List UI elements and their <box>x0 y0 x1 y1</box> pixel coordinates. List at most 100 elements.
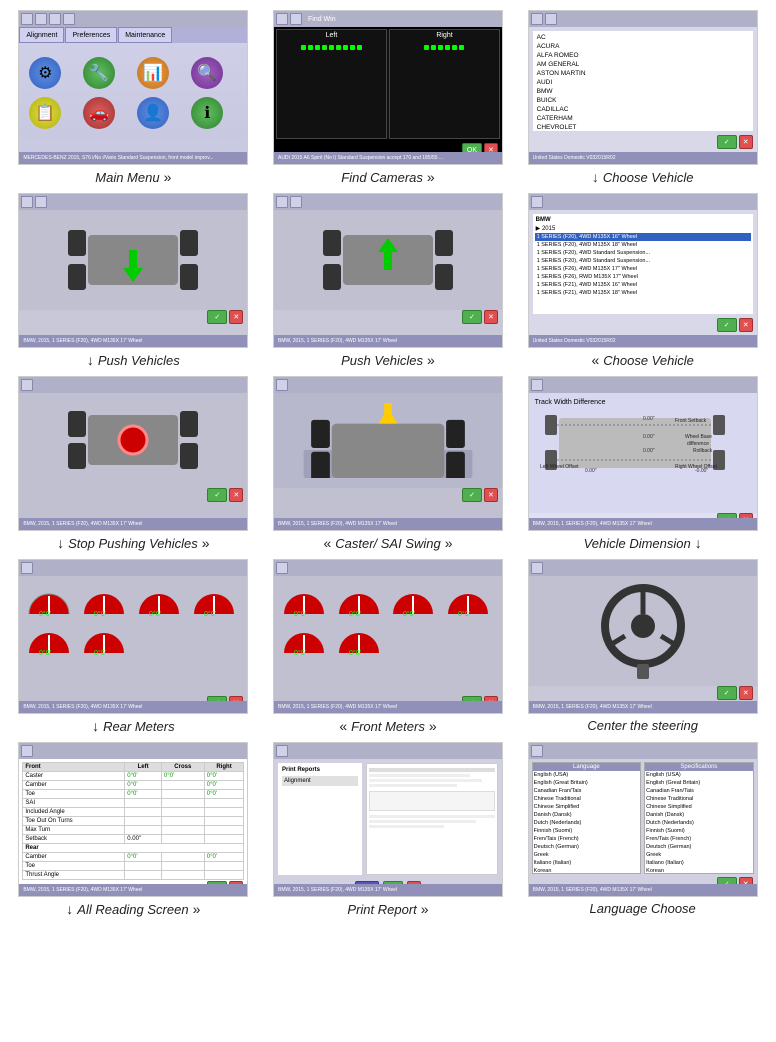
cv-tb-2[interactable] <box>545 13 557 25</box>
fc-tb-1[interactable] <box>276 13 288 25</box>
lang-item[interactable]: Deutsch (German) <box>533 843 641 851</box>
bmw-item[interactable]: 1 SERIES (F20), 4WD M135X 18" Wheel <box>535 241 751 249</box>
lang-item[interactable]: Danish (Dansk) <box>533 811 641 819</box>
tab-maintenance[interactable]: Maintenance <box>118 27 172 43</box>
tb-icon-1[interactable] <box>21 13 33 25</box>
sp-cancel-btn[interactable]: ✕ <box>229 488 243 502</box>
alt-lang-item[interactable]: Korean <box>645 867 753 874</box>
vd-tb-1[interactable] <box>531 379 543 391</box>
make-item[interactable]: CATERHAM <box>535 114 751 123</box>
make-item[interactable]: AC <box>535 33 751 42</box>
alt-lang-item[interactable]: Deutsch (German) <box>645 843 753 851</box>
menu-icon-6[interactable]: 🚗 <box>83 97 115 129</box>
menu-icon-5[interactable]: 📋 <box>29 97 61 129</box>
alignment-option[interactable]: Alignment <box>282 776 358 786</box>
menu-icon-4[interactable]: 🔍 <box>191 57 223 89</box>
fm-tb-1[interactable] <box>276 562 288 574</box>
tb-icon-3[interactable] <box>49 13 61 25</box>
steering-wheel-svg <box>593 581 693 681</box>
alt-lang-item[interactable]: Canadian Fran/Tais <box>645 787 753 795</box>
lang-item[interactable]: Greek <box>533 851 641 859</box>
cts-tb-1[interactable] <box>531 562 543 574</box>
vehicle-list[interactable]: AC ACURA ALFA ROMEO AM GENERAL ASTON MAR… <box>533 31 753 131</box>
alt-lang-item[interactable]: Finnish (Suomi) <box>645 827 753 835</box>
lc-tb-1[interactable] <box>531 745 543 757</box>
menu-icon-1[interactable]: ⚙ <box>29 57 61 89</box>
fgauge-5: 0°0' <box>280 621 328 657</box>
pv1-cancel-btn[interactable]: ✕ <box>229 310 243 324</box>
pv2-tb-2[interactable] <box>290 196 302 208</box>
cv2-cancel-btn[interactable]: ✕ <box>739 318 753 332</box>
make-item[interactable]: CHEVROLET <box>535 123 751 131</box>
alt-lang-item[interactable]: Fren/Tais (French) <box>645 835 753 843</box>
cts-cancel-btn[interactable]: ✕ <box>739 686 753 700</box>
alt-lang-item[interactable]: Greek <box>645 851 753 859</box>
cv2-ok-btn[interactable]: ✓ <box>717 318 737 332</box>
pv2-ok-btn[interactable]: ✓ <box>462 310 482 324</box>
make-item[interactable]: AUDI <box>535 78 751 87</box>
bmw-item[interactable]: 1 SERIES (F20), 4WD Standard Suspension.… <box>535 257 751 265</box>
tb-icon-4[interactable] <box>63 13 75 25</box>
bmw-item[interactable]: 1 SERIES (F26), RWD M135X 17" Wheel <box>535 273 751 281</box>
pr-tb-1[interactable] <box>276 745 288 757</box>
bmw-item-sel[interactable]: 1 SERIES (F20), 4WD M135X 16" Wheel <box>535 233 751 241</box>
cv-tb-1[interactable] <box>531 13 543 25</box>
make-item[interactable]: ASTON MARTIN <box>535 69 751 78</box>
screenshot-main-menu: Alignment Preferences Maintenance ⚙ 🔧 📊 … <box>18 10 248 165</box>
lang-item[interactable]: Chinese Traditional <box>533 795 641 803</box>
lang-item[interactable]: Dutch (Nederlands) <box>533 819 641 827</box>
menu-icon-2[interactable]: 🔧 <box>83 57 115 89</box>
lang-item[interactable]: Finnish (Suomi) <box>533 827 641 835</box>
menu-icon-7[interactable]: 👤 <box>137 97 169 129</box>
pv2-cancel-btn[interactable]: ✕ <box>484 310 498 324</box>
cts-ok-btn[interactable]: ✓ <box>717 686 737 700</box>
alt-lang-item[interactable]: Danish (Dansk) <box>645 811 753 819</box>
lang-item[interactable]: Italiano (Italian) <box>533 859 641 867</box>
vehicle-list-2[interactable]: BMW ▶ 2015 1 SERIES (F20), 4WD M135X 16"… <box>533 214 753 314</box>
make-item[interactable]: ALFA ROMEO <box>535 51 751 60</box>
lang-item[interactable]: English (Great Britain) <box>533 779 641 787</box>
make-item[interactable]: ACURA <box>535 42 751 51</box>
cv2-tb-1[interactable] <box>531 196 543 208</box>
rm-tb-1[interactable] <box>21 562 33 574</box>
pv2-tb-1[interactable] <box>276 196 288 208</box>
cs-tb-1[interactable] <box>276 379 288 391</box>
lang-item[interactable]: Fren/Tais (French) <box>533 835 641 843</box>
menu-icon-8[interactable]: ℹ <box>191 97 223 129</box>
sp-ok-btn[interactable]: ✓ <box>207 488 227 502</box>
fc-tb-2[interactable] <box>290 13 302 25</box>
alt-lang-item[interactable]: English (Great Britain) <box>645 779 753 787</box>
tab-alignment[interactable]: Alignment <box>19 27 64 43</box>
alt-lang-item[interactable]: Chinese Traditional <box>645 795 753 803</box>
cs-cancel-btn[interactable]: ✕ <box>484 488 498 502</box>
alt-lang-item[interactable]: Dutch (Nederlands) <box>645 819 753 827</box>
alt-lang-item-sel[interactable]: English (USA) <box>645 771 753 779</box>
cv-ok-btn[interactable]: ✓ <box>717 135 737 149</box>
pv1-tb-2[interactable] <box>35 196 47 208</box>
bmw-item[interactable]: 1 SERIES (F21), 4WD M135X 18" Wheel <box>535 289 751 297</box>
lang-item[interactable]: Korean <box>533 867 641 874</box>
lang-item-sel[interactable]: English (USA) <box>533 771 641 779</box>
make-item[interactable]: AM GENERAL <box>535 60 751 69</box>
alt-lang-item[interactable]: Italiano (Italian) <box>645 859 753 867</box>
alt-lang-item[interactable]: Chinese Simplified <box>645 803 753 811</box>
make-item[interactable]: BUICK <box>535 96 751 105</box>
bmw-item[interactable]: 1 SERIES (F21), 4WD M135X 16" Wheel <box>535 281 751 289</box>
ar-tb-1[interactable] <box>21 745 33 757</box>
tab-preferences[interactable]: Preferences <box>65 27 117 43</box>
make-item[interactable]: BMW <box>535 87 751 96</box>
tb-icon-2[interactable] <box>35 13 47 25</box>
pv1-tb-1[interactable] <box>21 196 33 208</box>
lang-item[interactable]: Canadian Fran/Tais <box>533 787 641 795</box>
cs-ok-btn[interactable]: ✓ <box>462 488 482 502</box>
bmw-item[interactable]: 1 SERIES (F20), 4WD Standard Suspension.… <box>535 249 751 257</box>
menu-icon-3[interactable]: 📊 <box>137 57 169 89</box>
td-camber-l: 0°0' <box>125 781 162 790</box>
lang-item[interactable]: Chinese Simplified <box>533 803 641 811</box>
label-vehicle-dimension: Vehicle Dimension ↓ <box>584 535 702 551</box>
bmw-item[interactable]: 1 SERIES (F26), 4WD M135X 17" Wheel <box>535 265 751 273</box>
sp-tb-1[interactable] <box>21 379 33 391</box>
make-item[interactable]: CADILLAC <box>535 105 751 114</box>
cv-cancel-btn[interactable]: ✕ <box>739 135 753 149</box>
pv1-ok-btn[interactable]: ✓ <box>207 310 227 324</box>
